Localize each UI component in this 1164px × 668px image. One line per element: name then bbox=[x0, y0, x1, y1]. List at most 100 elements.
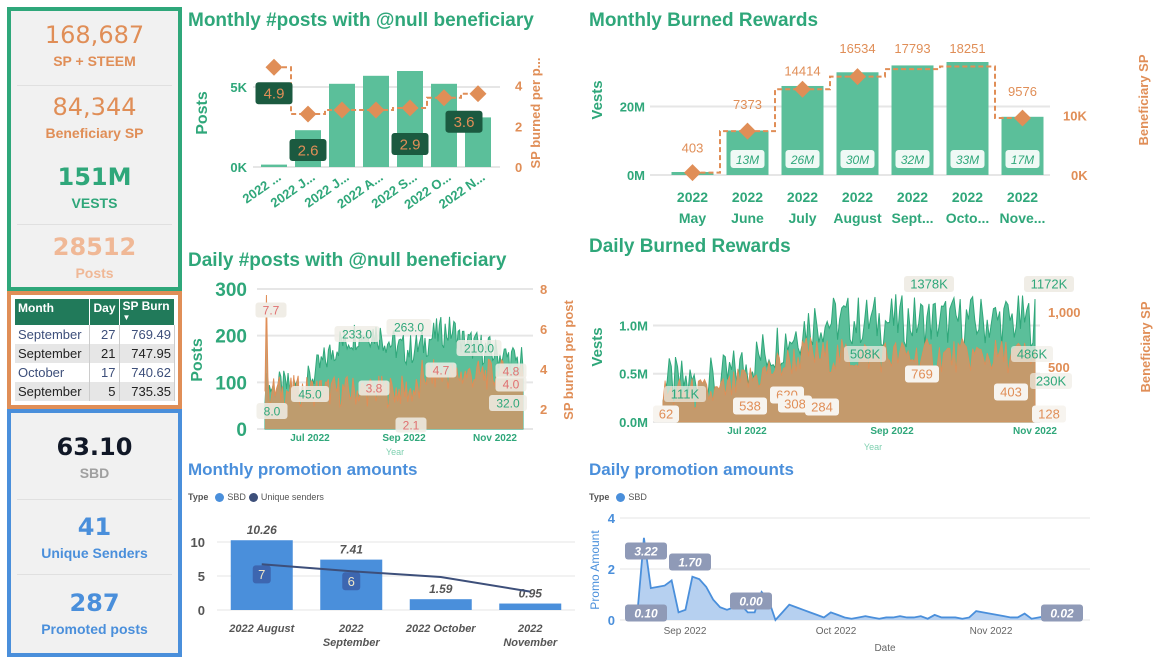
bar-label: 1.59 bbox=[429, 582, 453, 596]
data-label: 2.6 bbox=[298, 142, 319, 159]
x-tick-label: 2022 bbox=[677, 189, 708, 205]
divider bbox=[17, 574, 172, 575]
data-label-vests: 1378K bbox=[910, 277, 948, 292]
cell-sp-burn: 747.95 bbox=[119, 344, 175, 363]
y2-tick-label: 0 bbox=[515, 160, 522, 175]
x-axis-title: Year bbox=[864, 442, 882, 452]
y-tick-label: 4 bbox=[608, 511, 616, 526]
data-label-vests: 508K bbox=[850, 347, 881, 362]
table-row[interactable]: September 21 747.95 bbox=[15, 344, 175, 363]
bar-label: 32M bbox=[901, 153, 924, 167]
legend-dot-sbd bbox=[616, 492, 626, 502]
data-label: 9576 bbox=[1008, 84, 1037, 99]
x-tick-label: 2022 bbox=[842, 189, 873, 205]
data-label-vests: 111K bbox=[671, 387, 700, 402]
y-tick-label: 1.0M bbox=[619, 318, 648, 333]
data-label-posts: 45.0 bbox=[298, 387, 322, 401]
y-tick-label: 0 bbox=[198, 603, 205, 618]
divider bbox=[17, 224, 172, 225]
legend-title: Type bbox=[589, 492, 610, 502]
chart-monthly-burned[interactable]: 0M 20M 0K 10K Vests Beneficiary SP 2022 May 13M 2… bbox=[585, 35, 1164, 230]
y2-axis-title: SP burned per p... bbox=[528, 57, 543, 168]
table-row[interactable]: October 17 740.62 bbox=[15, 363, 175, 382]
data-label-sp: 769 bbox=[911, 367, 933, 382]
chart-title-monthly-burned: Monthly Burned Rewards bbox=[589, 10, 819, 31]
data-label-sp: 62 bbox=[659, 407, 673, 422]
legend-item-sbd[interactable]: SBD bbox=[227, 492, 246, 502]
bar-label: 13M bbox=[736, 153, 759, 167]
chart-monthly-promo[interactable]: 0 5 10 10.26 2022 August 7 7.41 2022 September 6 1… bbox=[185, 505, 585, 665]
y2-tick-label: 10K bbox=[1063, 109, 1087, 124]
data-label: 3.6 bbox=[454, 114, 475, 131]
table-row[interactable]: September 27 769.49 bbox=[15, 325, 175, 344]
column-header-sp-burn[interactable]: SP Burn ▼ bbox=[119, 299, 175, 325]
kpi-value: 63.10 bbox=[56, 433, 133, 461]
column-header-day[interactable]: Day bbox=[89, 299, 120, 325]
x-tick-label: 2022 bbox=[517, 623, 542, 635]
chart-daily-posts[interactable]: 0 100 200 300 2 4 6 8 Posts SP burned per post Jul… bbox=[185, 275, 585, 465]
kpi-value: 287 bbox=[69, 589, 120, 617]
y-tick-label: 300 bbox=[215, 280, 247, 301]
x-tick-label: Sept... bbox=[891, 210, 933, 226]
table-row[interactable]: September 5 735.35 bbox=[15, 382, 175, 401]
divider bbox=[17, 499, 172, 500]
y2-tick-label: 0K bbox=[1071, 168, 1088, 183]
x-tick-label: Jul 2022 bbox=[290, 433, 330, 444]
column-header-month[interactable]: Month bbox=[15, 299, 90, 325]
bar-label: 17M bbox=[1011, 153, 1034, 167]
data-label: 0.02 bbox=[1050, 606, 1074, 620]
chart-title-daily-posts: Daily #posts with @null beneficiary bbox=[188, 250, 507, 271]
legend-title: Type bbox=[188, 492, 209, 502]
y-tick-label: 0K bbox=[230, 160, 247, 175]
data-label-sp: 7.7 bbox=[263, 303, 280, 317]
kpi-panel-steem: 168,687 SP + STEEM 84,344 Beneficiary SP… bbox=[7, 7, 182, 291]
legend-item-unique-senders[interactable]: Unique senders bbox=[261, 492, 324, 502]
y-tick-label: 5K bbox=[230, 80, 247, 95]
y-axis-title: Vests bbox=[589, 80, 606, 119]
kpi-value: 41 bbox=[77, 513, 112, 541]
data-label: 18251 bbox=[949, 41, 985, 56]
bar-posts bbox=[329, 83, 355, 167]
cell-day: 5 bbox=[89, 382, 120, 401]
divider bbox=[17, 85, 172, 86]
y-tick-label: 2 bbox=[608, 562, 615, 577]
x-tick-label: Sep 2022 bbox=[382, 433, 426, 444]
legend-daily-promo: Type SBD bbox=[589, 492, 647, 502]
y2-tick-label: 500 bbox=[1048, 360, 1070, 375]
data-label: 17793 bbox=[894, 41, 930, 56]
y-tick-label: 0.5M bbox=[619, 367, 648, 382]
data-label: 14414 bbox=[784, 63, 820, 78]
data-label-posts: 32.0 bbox=[496, 396, 520, 410]
data-label-sp: 308 bbox=[784, 397, 806, 412]
y-axis-title: Posts bbox=[194, 91, 211, 135]
sort-desc-icon[interactable]: ▼ bbox=[123, 313, 131, 322]
bar-posts bbox=[363, 75, 389, 167]
x-tick-label: 2022 bbox=[1007, 189, 1038, 205]
data-label-sp: 284 bbox=[811, 400, 833, 415]
chart-monthly-posts[interactable]: 0K5K024Posts SP burned per p...2022 ...20… bbox=[185, 35, 555, 235]
y-axis-title: Promo Amount bbox=[588, 530, 602, 610]
x-tick-label: May bbox=[679, 210, 706, 226]
data-label-posts: 263.0 bbox=[394, 320, 424, 334]
kpi-unique-senders: 41 Unique Senders bbox=[11, 513, 178, 561]
y-tick-label: 0M bbox=[627, 168, 645, 183]
y-tick-label: 20M bbox=[620, 100, 645, 115]
area-sbd bbox=[637, 537, 1080, 620]
data-label: 7373 bbox=[733, 97, 762, 112]
chart-daily-promo[interactable]: 0 2 4 Promo Amount Sep 2022 Oct 2022 Nov 2022 D… bbox=[585, 505, 1164, 665]
chart-daily-burned[interactable]: 0.0M 0.5M 1.0M 500 1,000 Vests Beneficiary SP J… bbox=[585, 262, 1164, 457]
x-axis-title: Date bbox=[874, 643, 896, 654]
kpi-label: SBD bbox=[79, 465, 110, 481]
cell-day: 17 bbox=[89, 363, 120, 382]
bar-sbd bbox=[409, 599, 472, 610]
kpi-label: Promoted posts bbox=[41, 621, 148, 637]
kpi-label: Posts bbox=[75, 265, 114, 281]
kpi-panel-promotion: 63.10 SBD 41 Unique Senders 287 Promoted… bbox=[7, 409, 182, 657]
kpi-beneficiary-sp: 84,344 Beneficiary SP bbox=[11, 93, 178, 141]
cell-sp-burn: 769.49 bbox=[119, 325, 175, 344]
cell-day: 21 bbox=[89, 344, 120, 363]
legend-item-sbd[interactable]: SBD bbox=[628, 492, 647, 502]
kpi-label: VESTS bbox=[71, 195, 118, 211]
burn-table-panel: Month Day SP Burn ▼ September 27 769.49 Sep… bbox=[7, 291, 182, 409]
kpi-value: 28512 bbox=[52, 233, 137, 261]
